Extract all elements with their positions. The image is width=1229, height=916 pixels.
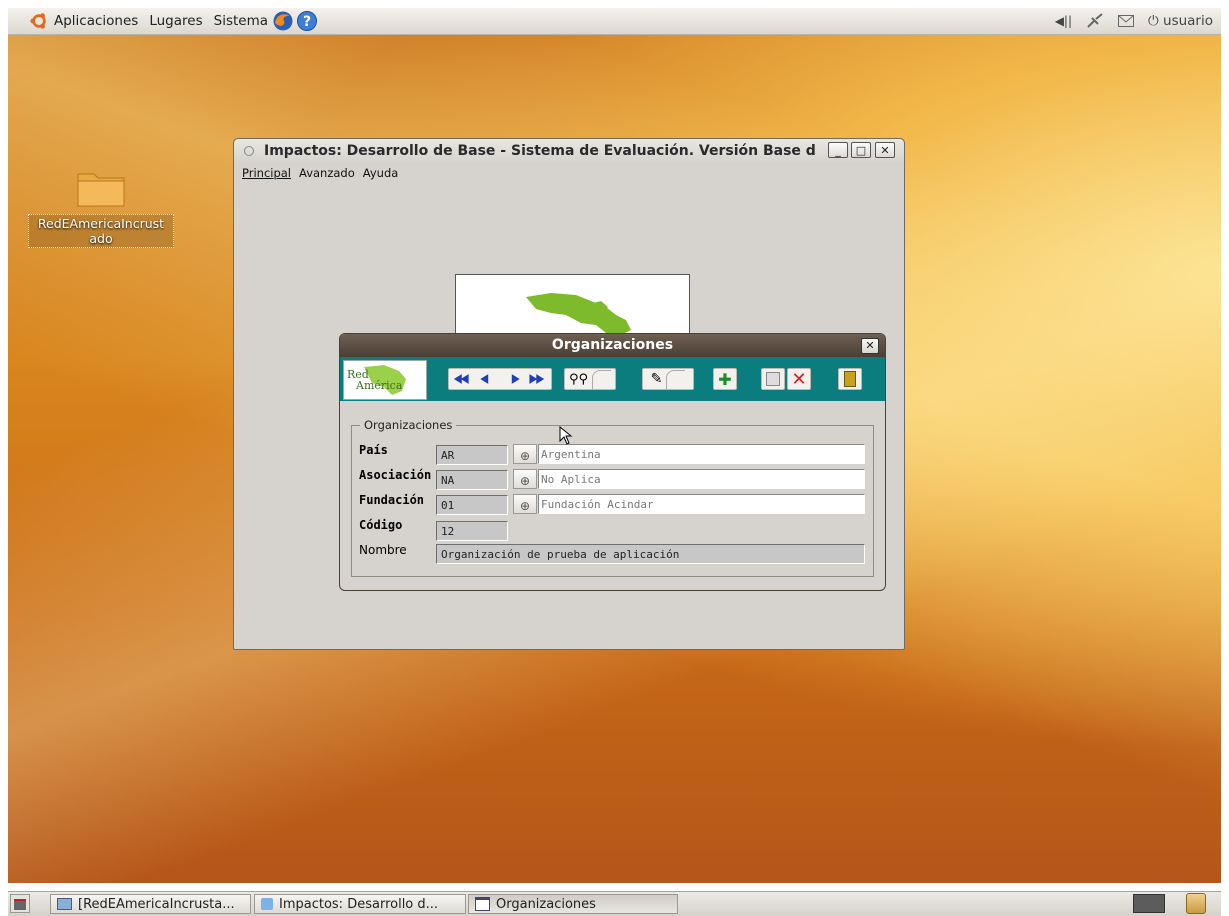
asociacion-code-field[interactable]: NA — [436, 470, 508, 490]
user-menu[interactable]: ⏻ usuario — [1148, 13, 1213, 29]
desktop-folder-label-line2: ado — [89, 231, 113, 246]
close-button[interactable]: ✕ — [875, 142, 895, 158]
folder-small-icon — [57, 898, 72, 910]
zoom-icon: ⊕ — [519, 449, 531, 463]
pais-code-field[interactable]: AR — [436, 445, 508, 465]
user-name: usuario — [1163, 13, 1213, 29]
exit-button[interactable] — [838, 368, 862, 390]
workspace-switcher[interactable] — [1133, 894, 1165, 913]
mail-icon[interactable] — [1118, 15, 1135, 27]
trash-icon[interactable] — [1186, 893, 1206, 914]
edit-dropdown[interactable] — [666, 369, 686, 389]
main-window-title: Impactos: Desarrollo de Base - Sistema d… — [264, 143, 816, 159]
edit-button[interactable]: ✎ — [642, 368, 694, 390]
save-icon — [766, 372, 780, 386]
main-logo-image — [455, 274, 690, 337]
navigation-button-group — [448, 368, 552, 390]
maximize-button[interactable]: □ — [851, 142, 871, 158]
dialog-titlebar[interactable]: Organizaciones ✕ — [340, 334, 885, 357]
binoculars-icon: ⚲⚲ — [568, 371, 589, 387]
show-desktop-button[interactable] — [10, 894, 30, 913]
main-window-titlebar[interactable]: Impactos: Desarrollo de Base - Sistema d… — [234, 139, 904, 163]
top-panel: Aplicaciones Lugares Sistema ? ◀|| ⏻ usu… — [8, 8, 1221, 35]
show-desktop-icon — [14, 899, 26, 910]
last-record-icon[interactable] — [529, 374, 545, 384]
taskbar-item-organizaciones[interactable]: Organizaciones — [468, 894, 678, 914]
desktop-folder-label: RedEAmericaIncrust ado — [28, 214, 174, 248]
window-small-icon — [475, 897, 490, 911]
asociacion-label: Asociación — [359, 468, 432, 482]
zoom-icon: ⊕ — [519, 499, 531, 513]
delete-icon: ✕ — [791, 368, 807, 390]
codigo-label: Código — [359, 518, 403, 532]
nombre-label: Nombre — [359, 543, 407, 557]
save-button[interactable] — [761, 368, 785, 390]
pais-label: País — [359, 443, 388, 457]
fundacion-lookup-button[interactable]: ⊕ — [513, 494, 537, 514]
fieldset-legend: Organizaciones — [360, 418, 457, 432]
fundacion-label: Fundación — [359, 493, 425, 507]
minimize-button[interactable]: _ — [828, 142, 848, 158]
organizaciones-fieldset: Organizaciones País AR ⊕ Argentina Asoci… — [351, 418, 874, 577]
codigo-field[interactable]: 12 — [436, 521, 508, 541]
ubuntu-logo-icon[interactable] — [30, 12, 48, 30]
folder-icon — [77, 173, 125, 207]
pais-lookup-button[interactable]: ⊕ — [513, 444, 537, 464]
dialog-toolbar: Red América ⚲⚲ ✎ ✚ ✕ — [340, 357, 885, 401]
taskbar-item-label: [RedEAmericaIncrusta... — [78, 896, 235, 912]
redamerica-logo: Red América — [343, 360, 427, 400]
add-record-icon: ✚ — [718, 369, 732, 389]
menu-ayuda[interactable]: Ayuda — [363, 166, 399, 180]
next-record-icon[interactable] — [511, 374, 520, 384]
taskbar-item-folder[interactable]: [RedEAmericaIncrusta... — [50, 894, 251, 914]
taskbar-item-label: Organizaciones — [496, 896, 596, 912]
add-button[interactable]: ✚ — [713, 368, 737, 390]
taskbar-item-impactos[interactable]: Impactos: Desarrollo d... — [254, 894, 466, 914]
pais-description-field[interactable]: Argentina — [538, 444, 865, 464]
app-small-icon — [261, 898, 273, 910]
redamerica-logo-icon: Red América — [347, 365, 406, 395]
firefox-icon[interactable] — [272, 10, 294, 32]
taskbar-item-label: Impactos: Desarrollo d... — [279, 896, 439, 912]
menu-principal[interactable]: Principal — [242, 166, 291, 180]
network-disconnected-icon[interactable] — [1086, 13, 1104, 29]
fundacion-code-field[interactable]: 01 — [436, 495, 508, 515]
nombre-field[interactable]: Organización de prueba de aplicación — [436, 544, 865, 564]
help-icon[interactable]: ? — [296, 10, 318, 32]
pencil-icon: ✎ — [650, 371, 663, 387]
desktop-folder-label-line1: RedEAmericaIncrust — [37, 216, 165, 231]
system-tray: ◀|| ⏻ usuario — [1055, 8, 1213, 34]
menu-avanzado[interactable]: Avanzado — [299, 166, 355, 180]
bottom-panel: [RedEAmericaIncrusta... Impactos: Desarr… — [8, 891, 1221, 916]
svg-text:?: ? — [303, 14, 311, 30]
menu-aplicaciones[interactable]: Aplicaciones — [54, 13, 138, 29]
zoom-icon: ⊕ — [519, 474, 531, 488]
delete-button[interactable]: ✕ — [787, 368, 811, 390]
menu-sistema[interactable]: Sistema — [214, 13, 268, 29]
organizaciones-dialog: Organizaciones ✕ Red América ⚲⚲ ✎ ✚ ✕ Or… — [339, 333, 886, 591]
main-menubar: Principal Avanzado Ayuda — [242, 166, 398, 180]
window-menu-icon[interactable] — [244, 146, 254, 156]
desktop-folder-icon[interactable]: RedEAmericaIncrust ado — [28, 168, 174, 248]
volume-icon[interactable]: ◀|| — [1055, 14, 1072, 28]
asociacion-lookup-button[interactable]: ⊕ — [513, 469, 537, 489]
menu-lugares[interactable]: Lugares — [149, 13, 202, 29]
dialog-title: Organizaciones — [551, 337, 674, 353]
logo-text-america: América — [355, 379, 403, 392]
search-button[interactable]: ⚲⚲ — [564, 368, 616, 390]
fundacion-description-field[interactable]: Fundación Acindar — [538, 494, 865, 514]
previous-record-icon[interactable] — [480, 374, 489, 384]
search-dropdown[interactable] — [592, 369, 612, 389]
dialog-close-button[interactable]: ✕ — [861, 338, 879, 354]
power-icon: ⏻ — [1148, 13, 1159, 29]
exit-door-icon — [844, 371, 856, 387]
asociacion-description-field[interactable]: No Aplica — [538, 469, 865, 489]
mouse-cursor-icon — [559, 426, 573, 445]
america-map-image — [526, 293, 631, 335]
first-record-icon[interactable] — [453, 374, 469, 384]
